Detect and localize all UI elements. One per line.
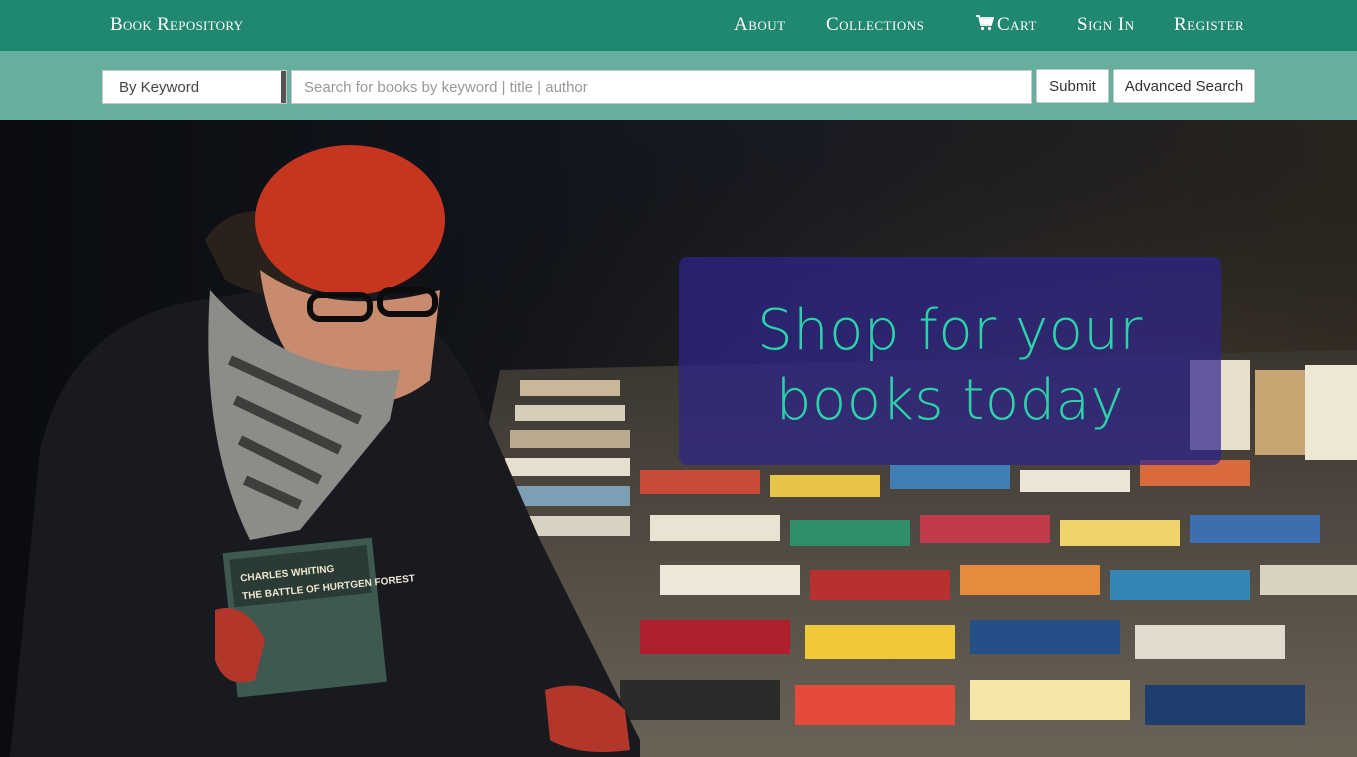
shopping-cart-icon xyxy=(976,15,994,31)
nav-cart-label: Cart xyxy=(997,14,1037,35)
search-type-select[interactable]: By Keyword xyxy=(102,70,287,104)
submit-button[interactable]: Submit xyxy=(1036,69,1109,103)
nav-register-link[interactable]: Register xyxy=(1174,14,1244,36)
nav-collections-link[interactable]: Collections xyxy=(826,14,924,36)
hero-heading: Shop for your books today xyxy=(757,298,1143,433)
nav-cart-link[interactable]: Cart xyxy=(976,14,1037,36)
search-input[interactable] xyxy=(291,70,1032,104)
nav-about-link[interactable]: About xyxy=(734,14,786,36)
advanced-search-button[interactable]: Advanced Search xyxy=(1113,69,1255,103)
hero-banner: CHARLES WHITING THE BATTLE OF HURTGEN FO… xyxy=(0,120,1357,757)
search-type-selected: By Keyword xyxy=(119,79,200,96)
nav-sign-in-link[interactable]: Sign In xyxy=(1077,14,1135,36)
brand-link[interactable]: Book Repository xyxy=(110,14,243,36)
top-navbar: Book Repository About Collections Cart S… xyxy=(0,0,1357,51)
select-dropdown-handle[interactable] xyxy=(281,71,286,103)
